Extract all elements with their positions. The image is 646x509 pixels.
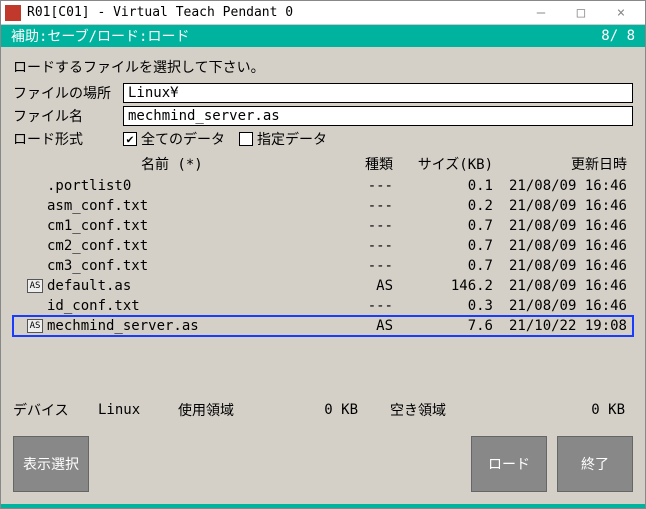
file-date: 21/08/09 16:46: [493, 278, 633, 294]
file-name: asm_conf.txt: [47, 198, 333, 214]
file-row[interactable]: cm2_conf.txt---0.721/08/09 16:46: [13, 236, 633, 256]
check-icon: ✔: [123, 132, 137, 146]
file-size: 0.7: [393, 218, 493, 234]
all-data-checkbox[interactable]: ✔ 全てのデータ: [123, 129, 225, 149]
file-size: 0.7: [393, 238, 493, 254]
exit-button[interactable]: 終了: [557, 436, 633, 492]
file-kind: ---: [333, 198, 393, 214]
file-date: 21/08/09 16:46: [493, 298, 633, 314]
file-row[interactable]: ASmechmind_server.asAS7.621/10/22 19:08: [13, 316, 633, 336]
content-area: ロードするファイルを選択して下さい。 ファイルの場所 ファイル名 ロード形式 ✔…: [1, 47, 645, 504]
col-name-header: 名前 (*): [13, 154, 333, 174]
file-date: 21/08/09 16:46: [493, 178, 633, 194]
file-date: 21/08/09 16:46: [493, 218, 633, 234]
all-data-label: 全てのデータ: [141, 129, 225, 149]
file-name: mechmind_server.as: [47, 318, 333, 334]
app-icon: [5, 5, 21, 21]
file-name: .portlist0: [47, 178, 333, 194]
free-value: 0 KB: [478, 402, 633, 418]
col-kind-header: 種類: [333, 154, 393, 174]
used-value: 0 KB: [258, 402, 358, 418]
file-type-icon: [27, 259, 43, 273]
file-date: 21/08/09 16:46: [493, 258, 633, 274]
file-name: cm3_conf.txt: [47, 258, 333, 274]
file-date: 21/08/09 16:46: [493, 198, 633, 214]
file-type-icon: [27, 199, 43, 213]
file-list[interactable]: .portlist0---0.121/08/09 16:46asm_conf.t…: [13, 176, 633, 336]
file-kind: ---: [333, 178, 393, 194]
device-name: Linux: [98, 402, 178, 418]
file-type-icon: AS: [27, 319, 43, 333]
close-button[interactable]: ×: [601, 2, 641, 24]
file-size: 146.2: [393, 278, 493, 294]
file-type-icon: [27, 219, 43, 233]
file-size: 0.3: [393, 298, 493, 314]
file-size: 0.1: [393, 178, 493, 194]
file-type-icon: [27, 179, 43, 193]
filename-input[interactable]: [123, 106, 633, 126]
button-row: 表示選択 ロード 終了: [13, 436, 633, 498]
specified-data-checkbox[interactable]: 指定データ: [239, 129, 327, 149]
sub-header: 補助:セーブ/ロード:ロード 8/ 8: [1, 25, 645, 47]
file-kind: ---: [333, 258, 393, 274]
format-label: ロード形式: [13, 129, 123, 149]
instruction-text: ロードするファイルを選択して下さい。: [13, 57, 633, 77]
file-date: 21/10/22 19:08: [493, 318, 633, 334]
device-status-row: デバイス Linux 使用領域 0 KB 空き領域 0 KB: [13, 400, 633, 420]
titlebar[interactable]: R01[C01] - Virtual Teach Pendant 0 — □ ×: [1, 1, 645, 25]
file-date: 21/08/09 16:46: [493, 238, 633, 254]
filename-label: ファイル名: [13, 106, 123, 126]
window-title: R01[C01] - Virtual Teach Pendant 0: [27, 5, 521, 20]
display-select-button[interactable]: 表示選択: [13, 436, 89, 492]
file-kind: ---: [333, 238, 393, 254]
maximize-button[interactable]: □: [561, 2, 601, 24]
file-name: id_conf.txt: [47, 298, 333, 314]
load-button[interactable]: ロード: [471, 436, 547, 492]
file-row[interactable]: id_conf.txt---0.321/08/09 16:46: [13, 296, 633, 316]
file-kind: ---: [333, 218, 393, 234]
bottom-edge: [1, 504, 645, 508]
check-icon: [239, 132, 253, 146]
file-size: 0.2: [393, 198, 493, 214]
location-input[interactable]: [123, 83, 633, 103]
file-size: 7.6: [393, 318, 493, 334]
file-row[interactable]: asm_conf.txt---0.221/08/09 16:46: [13, 196, 633, 216]
col-date-header: 更新日時: [493, 154, 633, 174]
location-label: ファイルの場所: [13, 83, 123, 103]
mode-breadcrumb: 補助:セーブ/ロード:ロード: [11, 26, 189, 46]
file-name: cm1_conf.txt: [47, 218, 333, 234]
file-kind: AS: [333, 318, 393, 334]
file-row[interactable]: cm3_conf.txt---0.721/08/09 16:46: [13, 256, 633, 276]
file-row[interactable]: .portlist0---0.121/08/09 16:46: [13, 176, 633, 196]
file-kind: AS: [333, 278, 393, 294]
minimize-button[interactable]: —: [521, 2, 561, 24]
file-row[interactable]: cm1_conf.txt---0.721/08/09 16:46: [13, 216, 633, 236]
file-type-icon: [27, 239, 43, 253]
specified-data-label: 指定データ: [257, 129, 327, 149]
file-size: 0.7: [393, 258, 493, 274]
page-counter: 8/ 8: [601, 28, 635, 44]
col-size-header: サイズ(KB): [393, 154, 493, 174]
file-row[interactable]: ASdefault.asAS146.221/08/09 16:46: [13, 276, 633, 296]
column-headers: 名前 (*) 種類 サイズ(KB) 更新日時: [13, 154, 633, 174]
file-type-icon: AS: [27, 279, 43, 293]
used-label: 使用領域: [178, 400, 258, 420]
free-label: 空き領域: [358, 400, 478, 420]
file-type-icon: [27, 299, 43, 313]
app-window: R01[C01] - Virtual Teach Pendant 0 — □ ×…: [0, 0, 646, 509]
file-name: default.as: [47, 278, 333, 294]
device-label: デバイス: [13, 400, 98, 420]
file-name: cm2_conf.txt: [47, 238, 333, 254]
file-kind: ---: [333, 298, 393, 314]
